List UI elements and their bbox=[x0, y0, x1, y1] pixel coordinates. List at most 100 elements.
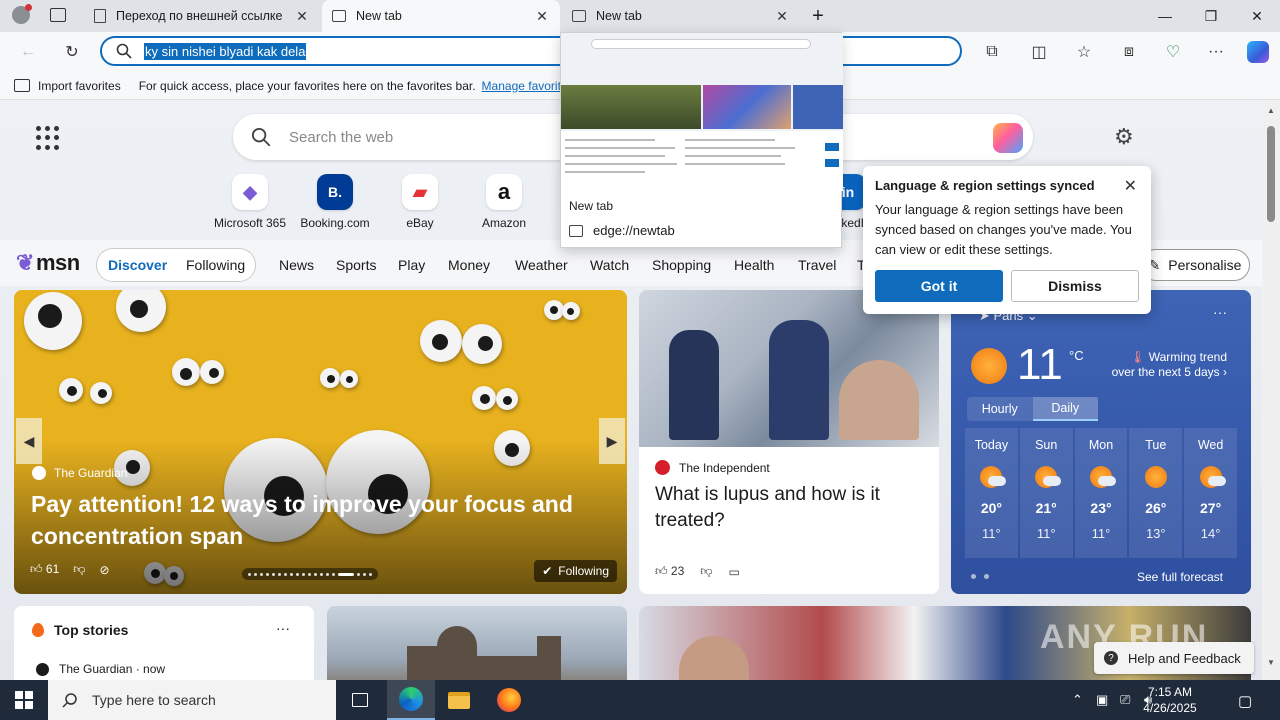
forecast-day[interactable]: Mon 23° 11° bbox=[1074, 428, 1128, 558]
quick-link-booking[interactable]: B. Booking.com bbox=[293, 174, 377, 230]
hero-headline[interactable]: Pay attention! 12 ways to improve your f… bbox=[31, 488, 601, 552]
device-icon[interactable]: ▣ bbox=[1096, 692, 1108, 708]
dismiss-button[interactable]: Dismiss bbox=[1011, 270, 1139, 302]
carousel-dot[interactable] bbox=[332, 572, 335, 576]
scroll-down-icon[interactable]: ▼ bbox=[1267, 658, 1275, 667]
edge-taskbar-icon[interactable] bbox=[387, 680, 435, 720]
personalise-button[interactable]: ✎ Personalise bbox=[1140, 249, 1250, 281]
address-input[interactable]: ky sin nishei blyadi kak dela bbox=[144, 42, 307, 60]
thumbs-down-icon[interactable]: 👎︎ bbox=[700, 564, 712, 579]
quick-link-amazon[interactable]: a Amazon bbox=[462, 174, 546, 230]
carousel-dot[interactable] bbox=[296, 572, 299, 576]
tab-new-tab[interactable]: New tab ✕ bbox=[562, 0, 800, 32]
carousel-dot[interactable] bbox=[248, 572, 251, 576]
thumbs-down-icon[interactable]: 👎︎ bbox=[73, 562, 85, 577]
close-tab-icon[interactable]: ✕ bbox=[534, 8, 550, 25]
forecast-day[interactable]: Tue 26° 13° bbox=[1129, 428, 1183, 558]
carousel-dot[interactable] bbox=[260, 572, 263, 576]
quick-link-microsoft-365[interactable]: ◆ Microsoft 365 bbox=[208, 174, 292, 230]
carousel-dot[interactable] bbox=[266, 572, 269, 576]
tab-new-tab-active[interactable]: New tab ✕ bbox=[322, 0, 560, 32]
taskbar-clock[interactable]: 7:15 AM 4/26/2025 bbox=[1130, 684, 1210, 716]
firefox-icon[interactable] bbox=[485, 680, 533, 720]
scrollbar-thumb[interactable] bbox=[1267, 126, 1275, 222]
file-explorer-icon[interactable] bbox=[435, 680, 483, 720]
nav-sports[interactable]: Sports bbox=[336, 257, 376, 273]
carousel-dot[interactable] bbox=[308, 572, 311, 576]
weather-pager[interactable] bbox=[971, 574, 989, 579]
profile-avatar-icon[interactable] bbox=[12, 4, 32, 24]
close-window-button[interactable]: ✕ bbox=[1234, 0, 1280, 32]
carousel-prev-button[interactable]: ◀ bbox=[16, 418, 42, 464]
carousel-dot[interactable] bbox=[326, 572, 329, 576]
weather-more-icon[interactable]: ··· bbox=[1213, 304, 1227, 320]
page-scrollbar[interactable]: ▲ ▼ bbox=[1262, 100, 1280, 680]
carousel-dot[interactable] bbox=[369, 572, 372, 576]
tab-external-link[interactable]: Переход по внешней ссылке ✕ bbox=[84, 0, 320, 32]
got-it-button[interactable]: Got it bbox=[875, 270, 1003, 302]
task-view-icon[interactable] bbox=[336, 680, 384, 720]
copilot-icon[interactable] bbox=[1244, 38, 1272, 66]
nav-money[interactable]: Money bbox=[448, 257, 490, 273]
split-screen-icon[interactable]: ◫ bbox=[1025, 38, 1053, 66]
notification-center-icon[interactable]: ▢ bbox=[1238, 692, 1252, 710]
forecast-day[interactable]: Wed 27° 14° bbox=[1184, 428, 1237, 558]
import-favorites-button[interactable]: Import favorites bbox=[38, 79, 121, 93]
article-card-image[interactable] bbox=[327, 606, 627, 680]
article-headline[interactable]: What is lupus and how is it treated? bbox=[655, 482, 925, 534]
collections-icon[interactable]: ⧈ bbox=[1115, 38, 1143, 66]
carousel-dot[interactable] bbox=[254, 572, 257, 576]
nav-health[interactable]: Health bbox=[734, 257, 774, 273]
forecast-day[interactable]: Today 20° 11° bbox=[965, 428, 1018, 558]
carousel-dot[interactable] bbox=[272, 572, 275, 576]
carousel-dot[interactable] bbox=[302, 572, 305, 576]
weather-card[interactable]: ➤ Paris ⌄ ··· 11 °C 🌡︎ Warming trend ove… bbox=[951, 290, 1251, 594]
back-arrow-icon[interactable]: ← bbox=[14, 38, 42, 66]
forecast-day[interactable]: Sun 21° 11° bbox=[1019, 428, 1073, 558]
more-menu-icon[interactable]: ··· bbox=[1202, 38, 1230, 66]
temperature-unit[interactable]: °C bbox=[1069, 348, 1084, 363]
like-button[interactable]: 👍︎ 23 bbox=[655, 564, 684, 579]
carousel-dot[interactable] bbox=[284, 572, 287, 576]
nav-travel[interactable]: Travel bbox=[798, 257, 836, 273]
tab-following[interactable]: Following bbox=[186, 257, 245, 273]
nav-news[interactable]: News bbox=[279, 257, 314, 273]
article-card-lupus[interactable]: The Independent What is lupus and how is… bbox=[639, 290, 939, 594]
minimize-button[interactable]: — bbox=[1142, 0, 1188, 32]
more-options-icon[interactable]: ··· bbox=[276, 620, 290, 636]
carousel-dot[interactable] bbox=[278, 572, 281, 576]
close-icon[interactable]: ✕ bbox=[1124, 176, 1137, 196]
network-icon[interactable]: ⎚ bbox=[1120, 692, 1130, 708]
help-and-feedback-button[interactable]: ? Help and Feedback bbox=[1094, 642, 1254, 674]
tab-discover[interactable]: Discover bbox=[108, 257, 167, 273]
carousel-dot[interactable] bbox=[314, 572, 317, 576]
close-tab-icon[interactable]: ✕ bbox=[774, 8, 790, 25]
nav-weather[interactable]: Weather bbox=[515, 257, 568, 273]
favorites-star-icon[interactable]: ☆ bbox=[1070, 38, 1098, 66]
copilot-search-icon[interactable] bbox=[993, 123, 1023, 153]
carousel-dot[interactable] bbox=[290, 572, 293, 576]
like-button[interactable]: 👍︎ 61 bbox=[30, 562, 59, 577]
tab-hourly[interactable]: Hourly bbox=[967, 397, 1033, 421]
show-hidden-icons-icon[interactable]: ⌃ bbox=[1072, 692, 1083, 708]
carousel-dot-active[interactable] bbox=[338, 572, 354, 576]
new-tab-button[interactable]: + bbox=[806, 4, 830, 28]
carousel-dot[interactable] bbox=[320, 572, 323, 576]
hero-article-card[interactable]: ◀ ▶ The Guardian Pay attention! 12 ways … bbox=[14, 290, 627, 594]
msn-logo[interactable]: ❦msn bbox=[16, 250, 80, 276]
carousel-next-button[interactable]: ▶ bbox=[599, 418, 625, 464]
refresh-icon[interactable]: ↻ bbox=[58, 38, 86, 66]
browser-essentials-icon[interactable]: ♡ bbox=[1159, 38, 1187, 66]
quick-link-ebay[interactable]: ▰ eBay bbox=[378, 174, 462, 230]
tab-actions-icon[interactable] bbox=[50, 8, 66, 22]
weather-trend[interactable]: 🌡︎ Warming trend over the next 5 days › bbox=[1107, 350, 1227, 380]
hide-story-icon[interactable]: ⊘ bbox=[99, 563, 109, 577]
carousel-dot[interactable] bbox=[357, 572, 360, 576]
see-full-forecast-link[interactable]: See full forecast bbox=[1137, 570, 1223, 584]
close-tab-icon[interactable]: ✕ bbox=[294, 8, 310, 25]
app-launcher-icon[interactable] bbox=[36, 126, 60, 150]
taskbar-search[interactable]: Type here to search bbox=[48, 680, 336, 720]
scroll-up-icon[interactable]: ▲ bbox=[1267, 106, 1275, 115]
comment-icon[interactable]: ▭ bbox=[728, 565, 739, 579]
start-button[interactable] bbox=[0, 680, 48, 720]
